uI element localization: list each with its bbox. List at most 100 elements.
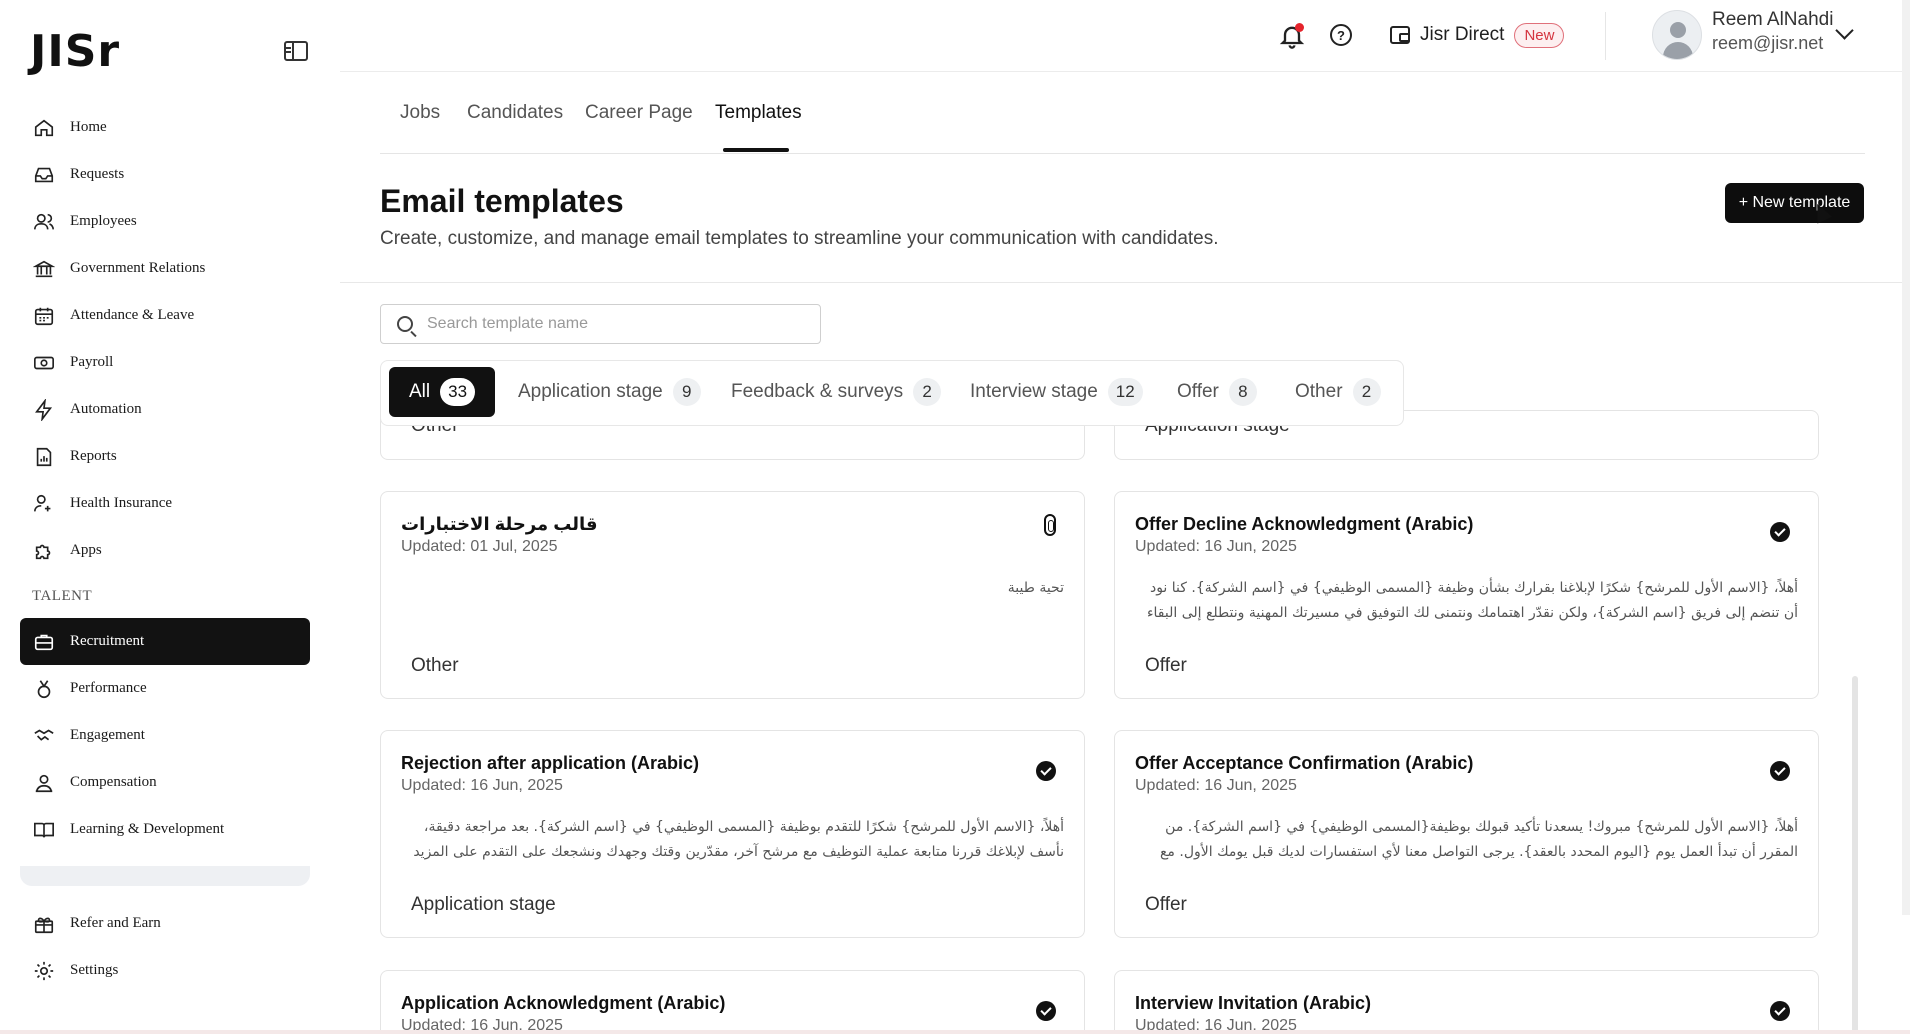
bank-icon: [32, 257, 56, 281]
filter-other[interactable]: Other 2: [1295, 367, 1381, 417]
category-filters: All 33 Application stage 9 Feedback & su…: [380, 360, 1404, 426]
gear-icon: [32, 959, 56, 983]
handshake-icon: [32, 724, 56, 748]
sidebar-item-compensation[interactable]: Compensation: [20, 759, 310, 806]
filter-label: Feedback & surveys: [731, 381, 904, 402]
chevron-down-icon[interactable]: [1835, 21, 1854, 40]
new-badge: New: [1514, 22, 1565, 48]
tab-templates[interactable]: Templates: [715, 102, 802, 124]
verified-badge-icon: [1036, 1001, 1056, 1021]
filter-offer[interactable]: Offer 8: [1177, 367, 1257, 417]
sidebar-item-health-insurance[interactable]: Health Insurance: [20, 480, 310, 527]
sidebar-item-performance[interactable]: Performance: [20, 665, 310, 712]
sidebar-item-employees[interactable]: Employees: [20, 198, 310, 245]
sidebar-item-learning-development[interactable]: Learning & Development: [20, 806, 310, 853]
card-title: Offer Acceptance Confirmation (Arabic): [1135, 753, 1474, 773]
sidebar-collapse-icon[interactable]: [284, 41, 308, 61]
content-scrollbar[interactable]: [1852, 676, 1858, 1034]
medal-icon: [32, 677, 56, 701]
template-card[interactable]: Interview Invitation (Arabic) Updated: 1…: [1114, 970, 1819, 1034]
main-nav: Home Requests Employees Government Relat…: [20, 104, 310, 853]
verified-badge-icon: [1770, 522, 1790, 542]
sidebar-item-label: Requests: [70, 166, 125, 182]
sidebar-item-attendance-leave[interactable]: Attendance & Leave: [20, 292, 310, 339]
template-card[interactable]: Rejection after application (Arabic) Upd…: [380, 730, 1085, 938]
sidebar-item-label: Performance: [70, 680, 147, 696]
tab-career-page[interactable]: Career Page: [585, 102, 693, 124]
money-icon: [32, 351, 56, 375]
sidebar-item-refer-and-earn[interactable]: Refer and Earn: [20, 900, 310, 947]
filter-all[interactable]: All 33: [389, 367, 496, 417]
search-icon: [397, 316, 413, 332]
sidebar-item-label: Attendance & Leave: [70, 307, 195, 323]
header-divider-line: [340, 282, 1910, 283]
card-preview-text: أهلاً، {الاسم الأول للمرشح} مبروك! يسعدن…: [1159, 819, 1798, 860]
wallet-icon: [1390, 26, 1410, 44]
sidebar-item-label: Health Insurance: [70, 495, 173, 511]
sidebar-item-label: Reports: [70, 448, 117, 464]
sidebar-item-engagement[interactable]: Engagement: [20, 712, 310, 759]
report-icon: [32, 445, 56, 469]
sidebar-item-automation[interactable]: Automation: [20, 386, 310, 433]
sidebar-item-reports[interactable]: Reports: [20, 433, 310, 480]
sidebar-item-label: Compensation: [70, 774, 157, 790]
page-title: Email templates: [380, 183, 624, 219]
search-input[interactable]: [427, 315, 807, 333]
sidebar: JISr Home Requests Employees Government …: [0, 0, 340, 1034]
tab-candidates[interactable]: Candidates: [467, 102, 563, 124]
sidebar-item-label: Payroll: [70, 354, 114, 370]
sidebar-item-requests[interactable]: Requests: [20, 151, 310, 198]
jisr-direct-link[interactable]: Jisr Direct New: [1390, 18, 1565, 52]
template-card[interactable]: Offer Acceptance Confirmation (Arabic) U…: [1114, 730, 1819, 938]
sidebar-item-recruitment[interactable]: Recruitment: [20, 618, 310, 665]
card-preview-text: أهلاً، {الاسم الأول للمرشح} شكرًا لإبلاغ…: [1146, 580, 1798, 621]
tab-jobs[interactable]: Jobs: [400, 102, 440, 124]
sidebar-item-label: Government Relations: [70, 260, 206, 276]
card-title: قالب مرحلة الاختبارات: [401, 514, 598, 534]
card-title: Application Acknowledgment (Arabic): [401, 993, 726, 1013]
sidebar-item-apps[interactable]: Apps: [20, 527, 310, 574]
card-updated-date: Updated: 01 Jul, 2025: [401, 538, 558, 555]
nav-scroll-fade: [20, 866, 310, 886]
filter-label: Application stage: [518, 381, 663, 402]
notification-dot: [1295, 23, 1304, 32]
card-updated-date: Updated: 16 Jun, 2025: [1135, 538, 1297, 555]
filter-application-stage[interactable]: Application stage 9: [518, 367, 701, 417]
user-name[interactable]: Reem AlNahdi: [1712, 9, 1833, 31]
avatar[interactable]: [1652, 10, 1702, 60]
sidebar-item-label: Apps: [70, 542, 102, 558]
filter-count: 2: [913, 378, 942, 406]
sidebar-item-home[interactable]: Home: [20, 104, 310, 151]
gift-icon: [32, 912, 56, 936]
sidebar-item-label: Automation: [70, 401, 142, 417]
new-template-button[interactable]: + New template: [1725, 183, 1864, 223]
template-card[interactable]: قالب مرحلة الاختبارات Updated: 01 Jul, 2…: [380, 491, 1085, 699]
verified-badge-icon: [1770, 761, 1790, 781]
sidebar-item-payroll[interactable]: Payroll: [20, 339, 310, 386]
filter-interview-stage[interactable]: Interview stage 12: [970, 367, 1143, 417]
card-preview-text: تحية طيبة: [1007, 580, 1064, 596]
sidebar-item-settings[interactable]: Settings: [20, 947, 310, 994]
filter-label: Interview stage: [970, 381, 1098, 402]
filter-feedback-surveys[interactable]: Feedback & surveys 2: [731, 367, 942, 417]
puzzle-icon: [32, 539, 56, 563]
template-card[interactable]: Offer Decline Acknowledgment (Arabic) Up…: [1114, 491, 1819, 699]
recruitment-tabs: Jobs Candidates Career Page Templates: [380, 72, 1865, 154]
sidebar-item-label: Learning & Development: [70, 821, 225, 837]
filter-label: All: [409, 381, 431, 402]
page-subtitle: Create, customize, and manage email temp…: [380, 228, 1219, 249]
sidebar-item-label: Employees: [70, 213, 137, 229]
bottom-nav: Refer and Earn Settings: [20, 900, 310, 994]
sidebar-item-government-relations[interactable]: Government Relations: [20, 245, 310, 292]
notification-bell-icon[interactable]: [1278, 22, 1306, 50]
card-category-tag: Offer: [1145, 655, 1187, 676]
sidebar-item-label: Refer and Earn: [70, 915, 161, 931]
page-scrollbar[interactable]: [1902, 0, 1910, 915]
card-title: Offer Decline Acknowledgment (Arabic): [1135, 514, 1474, 534]
inbox-icon: [32, 163, 56, 187]
card-preview-text: أهلاً، {الاسم الأول للمرشح} شكرًا للتقدم…: [413, 819, 1064, 860]
section-label-talent: TALENT: [32, 587, 93, 604]
jisr-logo[interactable]: JISr: [30, 26, 120, 77]
template-card[interactable]: Application Acknowledgment (Arabic) Upda…: [380, 970, 1085, 1034]
help-icon[interactable]: ?: [1330, 24, 1352, 46]
